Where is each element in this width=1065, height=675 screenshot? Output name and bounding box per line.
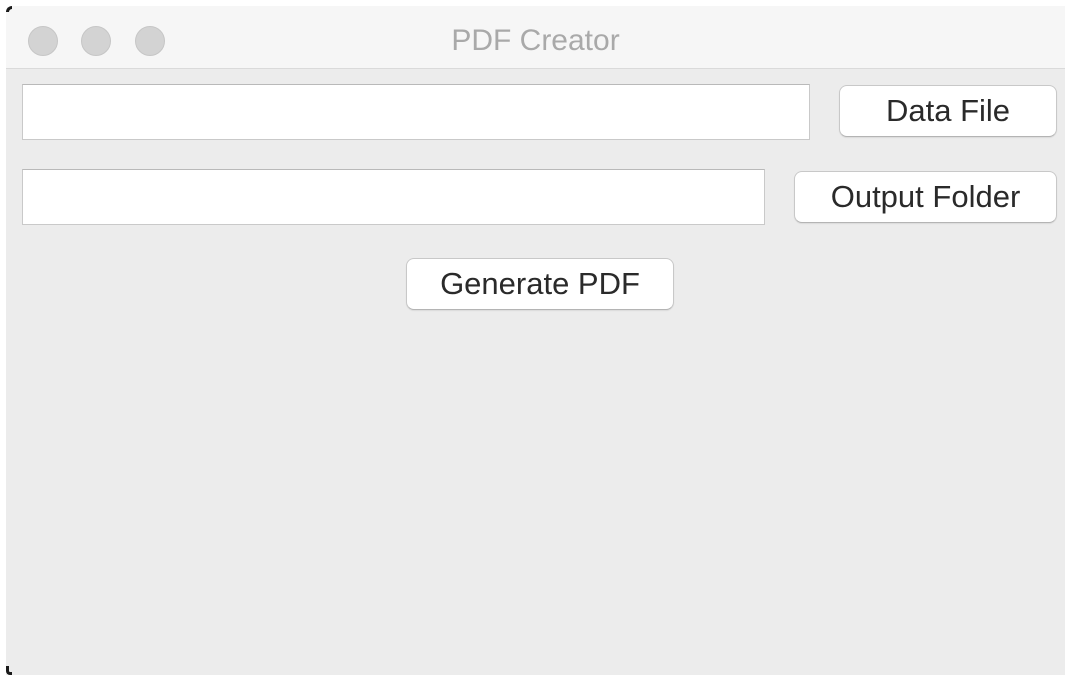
data-file-path-input[interactable] xyxy=(22,84,810,140)
app-window: PDF Creator Data File Output Folder Gene… xyxy=(6,6,1065,675)
window-corner-bottom-left xyxy=(6,666,12,675)
generate-pdf-button[interactable]: Generate PDF xyxy=(406,258,674,310)
title-bar[interactable]: PDF Creator xyxy=(6,6,1065,69)
window-title: PDF Creator xyxy=(451,24,620,57)
data-file-button[interactable]: Data File xyxy=(839,85,1057,137)
window-corner-top-left xyxy=(6,6,12,12)
output-folder-button[interactable]: Output Folder xyxy=(794,171,1057,223)
output-folder-path-input[interactable] xyxy=(22,169,765,225)
